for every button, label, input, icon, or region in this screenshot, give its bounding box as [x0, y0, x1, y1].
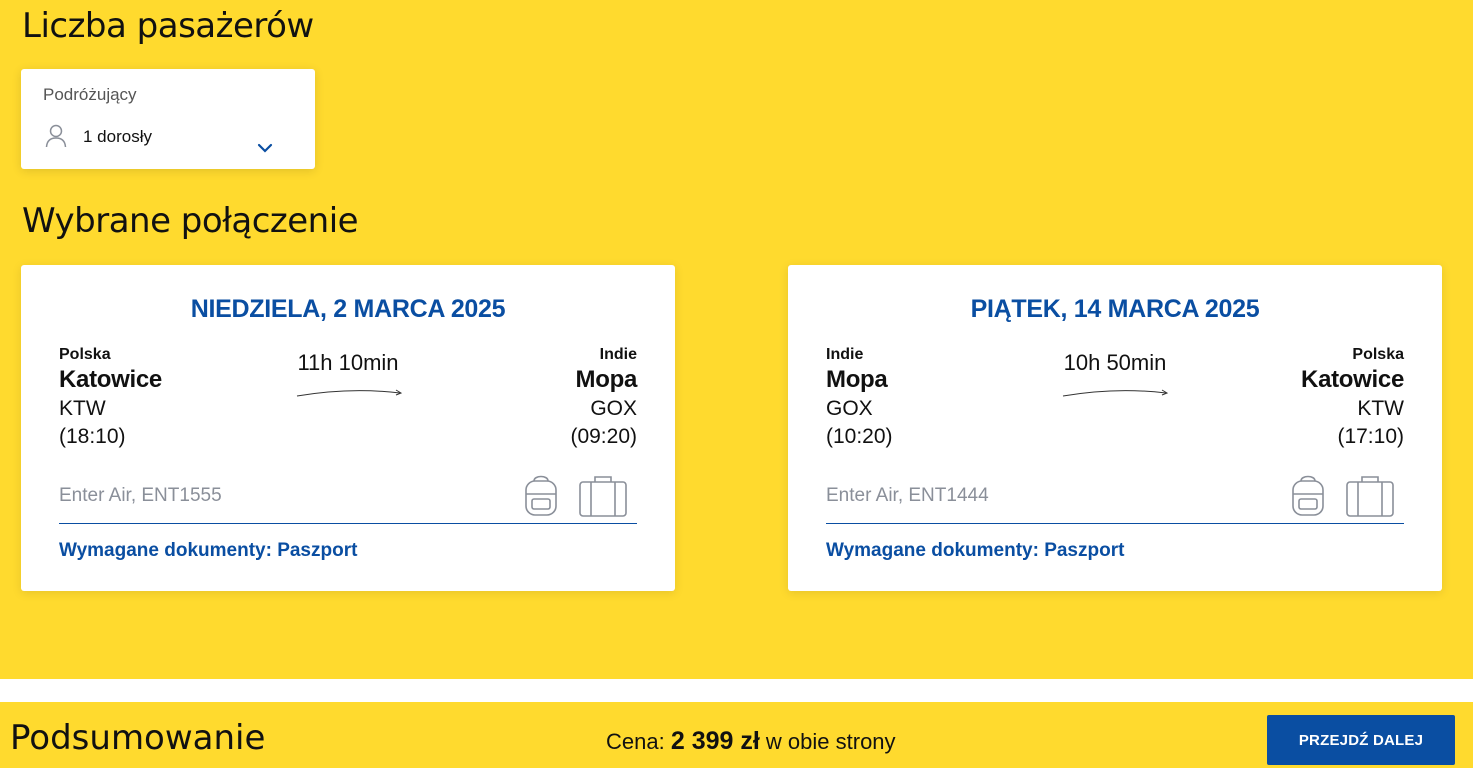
connection-title: Wybrane połączenie [22, 201, 359, 241]
flight-date: PIĄTEK, 14 MARCA 2025 [970, 295, 1260, 323]
arrival-time: (09:20) [570, 425, 637, 448]
suitcase-icon [1346, 476, 1394, 517]
divider [826, 523, 1404, 524]
passenger-selector-label: Podróżujący [43, 85, 137, 104]
passengers-title: Liczba pasażerów [22, 6, 314, 46]
outbound-flight-card: NIEDZIELA, 2 MARCA 2025 Polska Katowice … [21, 265, 675, 591]
arrival-code: KTW [1357, 397, 1404, 420]
flight-date: NIEDZIELA, 2 MARCA 2025 [190, 295, 506, 323]
arrow-icon [1062, 389, 1169, 397]
passenger-selector[interactable]: Podróżujący 1 dorosły [21, 69, 315, 169]
departure-code: KTW [59, 397, 106, 420]
return-flight-card: PIĄTEK, 14 MARCA 2025 Indie Mopa GOX (10… [788, 265, 1442, 591]
price-suffix: w obie strony [765, 729, 896, 754]
arrival-country: Indie [599, 346, 637, 363]
arrival-city: Katowice [1301, 366, 1404, 393]
arrival-code: GOX [590, 397, 637, 420]
next-button[interactable]: PRZEJDŹ DALEJ [1267, 715, 1455, 765]
arrival-info: Indie Mopa GOX (09:20) [570, 345, 637, 450]
required-documents: Wymagane dokumenty: Paszport [826, 540, 1125, 561]
person-icon [45, 124, 67, 148]
departure-time: (18:10) [59, 425, 126, 448]
backpack-icon [1292, 475, 1324, 516]
flight-number: Enter Air, ENT1555 [59, 485, 222, 506]
price-summary: Cena: 2 399 zł w obie strony [606, 727, 896, 756]
arrival-city: Mopa [575, 366, 638, 393]
arrival-time: (17:10) [1337, 425, 1404, 448]
required-documents: Wymagane dokumenty: Paszport [59, 540, 358, 561]
arrow-icon [296, 389, 403, 397]
backpack-icon [525, 475, 557, 516]
divider [59, 523, 637, 524]
passenger-count: 1 dorosły [83, 127, 152, 146]
suitcase-icon [579, 476, 627, 517]
departure-time: (10:20) [826, 425, 893, 448]
arrival-country: Polska [1352, 346, 1404, 363]
summary-title: Podsumowanie [10, 718, 266, 758]
departure-code: GOX [826, 397, 873, 420]
price-prefix: Cena: [606, 729, 665, 754]
flight-number: Enter Air, ENT1444 [826, 485, 989, 506]
arrival-info: Polska Katowice KTW (17:10) [1301, 345, 1404, 450]
chevron-down-icon[interactable] [256, 142, 274, 154]
price-value: 2 399 zł [670, 727, 760, 755]
